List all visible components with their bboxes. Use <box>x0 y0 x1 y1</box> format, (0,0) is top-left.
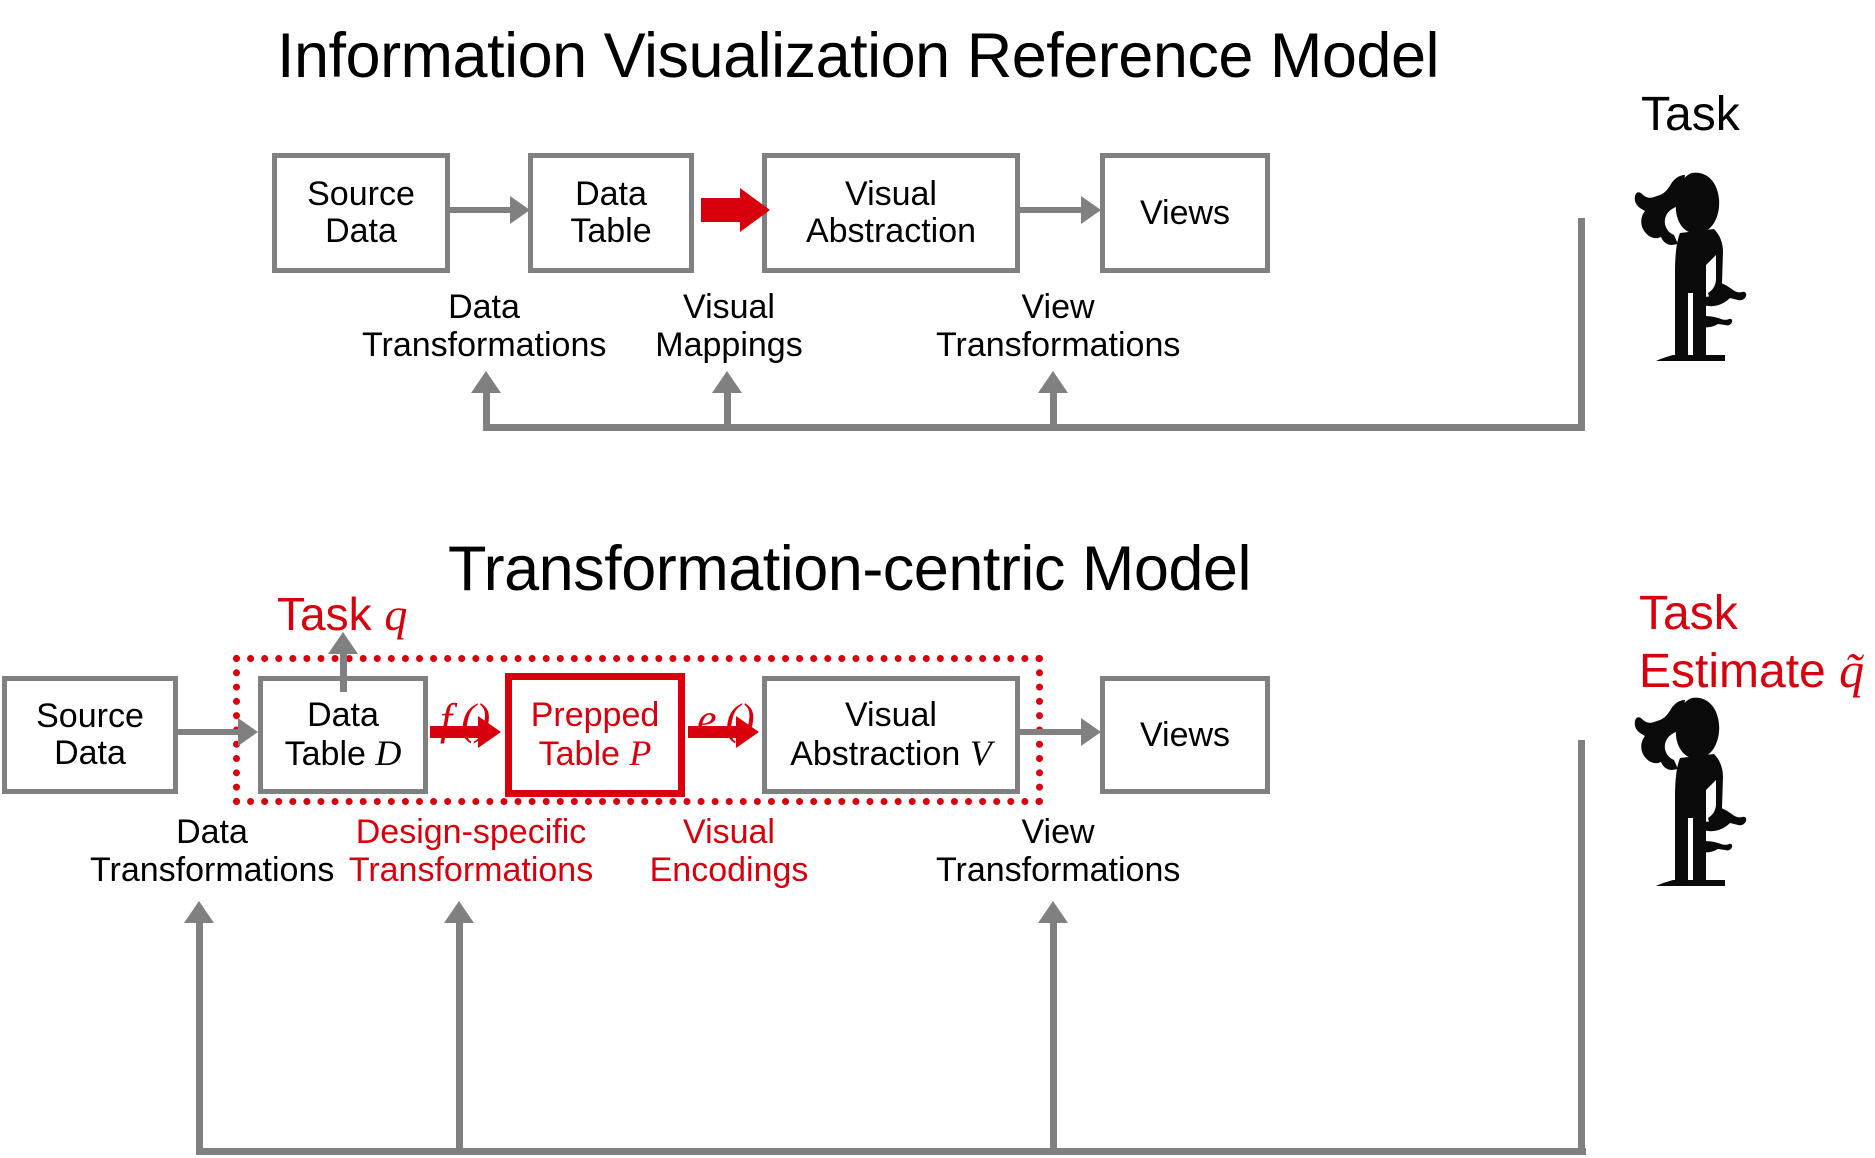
top-stage-label-view-transformations-line2: Transformations <box>936 326 1181 365</box>
top-connector-table-to-abstraction <box>701 198 743 222</box>
bottom-box-data-table-line2: Table <box>284 734 366 773</box>
top-feedback-branch-2 <box>724 392 731 428</box>
bottom-task-estimate-label: Task Estimate q̃ <box>1639 587 1864 699</box>
bottom-task-estimate-line1: Task <box>1639 587 1738 640</box>
task-q-riser <box>340 650 347 692</box>
bottom-stage-label-design-specific-transformations: Design-specific Transformations <box>340 813 602 889</box>
task-q-arrowhead <box>328 632 358 654</box>
bottom-arrowhead-abstraction-to-views <box>1081 718 1101 746</box>
bottom-stage-label-view-transformations-line1: View <box>1021 813 1095 851</box>
bottom-task-estimate-symbol: q̃ <box>1839 641 1865 698</box>
bottom-stage-label-visual-encodings-line2: Encodings <box>649 851 809 890</box>
top-box-data-table[interactable]: Data Table <box>528 153 694 273</box>
bottom-box-prepped-table-symbol: P <box>629 732 652 773</box>
bottom-arrowhead-table-to-prepped <box>478 716 501 748</box>
bottom-feedback-horizontal-line <box>196 1148 1586 1155</box>
bottom-feedback-branch-1 <box>196 922 203 1152</box>
top-feedback-arrow-1 <box>471 371 501 393</box>
bottom-box-data-table[interactable]: Data Table D <box>258 676 428 794</box>
bottom-box-views-label: Views <box>1139 715 1231 754</box>
top-box-source-data-line2: Data <box>325 212 397 250</box>
top-stage-label-data-transformations-line1: Data <box>448 288 520 326</box>
top-stage-label-data-transformations: Data Transformations <box>362 288 606 364</box>
bottom-feedback-arrow-2 <box>444 901 474 923</box>
top-arrowhead-table-to-abstraction <box>740 188 770 232</box>
bottom-connector-prepped-to-abstraction <box>688 726 738 738</box>
bottom-box-prepped-table-line1: Prepped <box>530 696 660 735</box>
bottom-box-visual-abstraction-line1: Visual <box>844 696 937 735</box>
bottom-feedback-arrow-1 <box>184 901 214 923</box>
observer-person-icon-bottom <box>1630 688 1750 893</box>
bottom-box-prepped-table[interactable]: Prepped Table P <box>505 673 685 797</box>
top-model-title: Information Visualization Reference Mode… <box>277 21 1439 91</box>
top-stage-label-visual-mappings-line2: Mappings <box>655 326 803 365</box>
bottom-stage-label-data-transformations-line1: Data <box>176 813 248 851</box>
bottom-connector-abstraction-to-views <box>1020 729 1084 735</box>
bottom-stage-label-data-transformations: Data Transformations <box>90 813 334 889</box>
top-feedback-arrow-3 <box>1038 371 1068 393</box>
top-feedback-horizontal-line <box>483 424 1585 431</box>
top-arrowhead-source-to-table <box>510 196 530 224</box>
bottom-model-title: Transformation-centric Model <box>448 534 1251 604</box>
bottom-feedback-arrow-3 <box>1038 901 1068 923</box>
diagram-canvas: Information Visualization Reference Mode… <box>0 0 1875 1158</box>
top-connector-abstraction-to-views <box>1020 207 1084 213</box>
bottom-box-visual-abstraction-line2: Abstraction <box>790 734 961 773</box>
bottom-stage-label-data-transformations-line2: Transformations <box>90 851 335 890</box>
top-feedback-branch-3 <box>1050 392 1057 428</box>
bottom-box-source-data-line2: Data <box>54 734 126 772</box>
observer-person-icon <box>1630 163 1750 368</box>
top-box-visual-abstraction-line1: Visual <box>845 175 937 214</box>
bottom-box-prepped-table-line2: Table <box>538 734 620 773</box>
bottom-box-source-data[interactable]: Source Data <box>2 676 178 794</box>
top-stage-label-view-transformations: View Transformations <box>936 288 1180 364</box>
bottom-box-visual-abstraction-symbol: V <box>969 732 992 773</box>
bottom-stage-label-view-transformations-line2: Transformations <box>936 851 1181 890</box>
bottom-box-visual-abstraction[interactable]: Visual Abstraction V <box>762 676 1020 794</box>
top-stage-label-visual-mappings-line1: Visual <box>683 288 775 326</box>
top-box-views-label: Views <box>1139 193 1231 232</box>
top-box-data-table-line2: Table <box>570 212 652 250</box>
bottom-stage-label-visual-encodings-line1: Visual <box>683 813 775 851</box>
top-box-source-data[interactable]: Source Data <box>272 153 450 273</box>
bottom-arrowhead-prepped-to-abstraction <box>736 716 759 748</box>
bottom-stage-label-visual-encodings: Visual Encodings <box>633 813 825 889</box>
top-stage-label-view-transformations-line1: View <box>1021 288 1095 326</box>
bottom-task-symbol: q <box>384 589 408 640</box>
bottom-stage-label-design-specific-line1: Design-specific <box>355 813 587 851</box>
bottom-box-views[interactable]: Views <box>1100 676 1270 794</box>
bottom-feedback-branch-3 <box>1050 922 1057 1152</box>
bottom-feedback-branch-2 <box>456 922 463 1152</box>
top-arrowhead-abstraction-to-views <box>1081 196 1101 224</box>
top-box-views[interactable]: Views <box>1100 153 1270 273</box>
top-feedback-branch-1 <box>483 392 490 428</box>
bottom-connector-source-to-table <box>178 729 240 735</box>
top-box-source-data-line1: Source <box>307 175 415 214</box>
top-box-visual-abstraction[interactable]: Visual Abstraction <box>762 153 1020 273</box>
top-feedback-right-riser <box>1578 218 1585 428</box>
bottom-stage-label-view-transformations: View Transformations <box>936 813 1180 889</box>
bottom-stage-label-design-specific-line2: Transformations <box>348 851 594 890</box>
bottom-box-data-table-symbol: D <box>375 732 402 773</box>
top-feedback-arrow-2 <box>712 371 742 393</box>
bottom-connector-table-to-prepped <box>430 726 480 738</box>
top-box-data-table-line1: Data <box>575 175 647 214</box>
top-stage-label-visual-mappings: Visual Mappings <box>633 288 825 364</box>
bottom-box-data-table-line1: Data <box>307 696 379 735</box>
top-person-task-label: Task <box>1641 88 1740 141</box>
top-connector-source-to-table <box>450 207 512 213</box>
bottom-feedback-right-riser <box>1578 740 1585 1152</box>
top-stage-label-data-transformations-line2: Transformations <box>362 326 607 365</box>
top-box-visual-abstraction-line2: Abstraction <box>805 212 977 250</box>
bottom-arrowhead-source-to-table <box>238 718 258 746</box>
bottom-box-source-data-line1: Source <box>36 697 144 736</box>
